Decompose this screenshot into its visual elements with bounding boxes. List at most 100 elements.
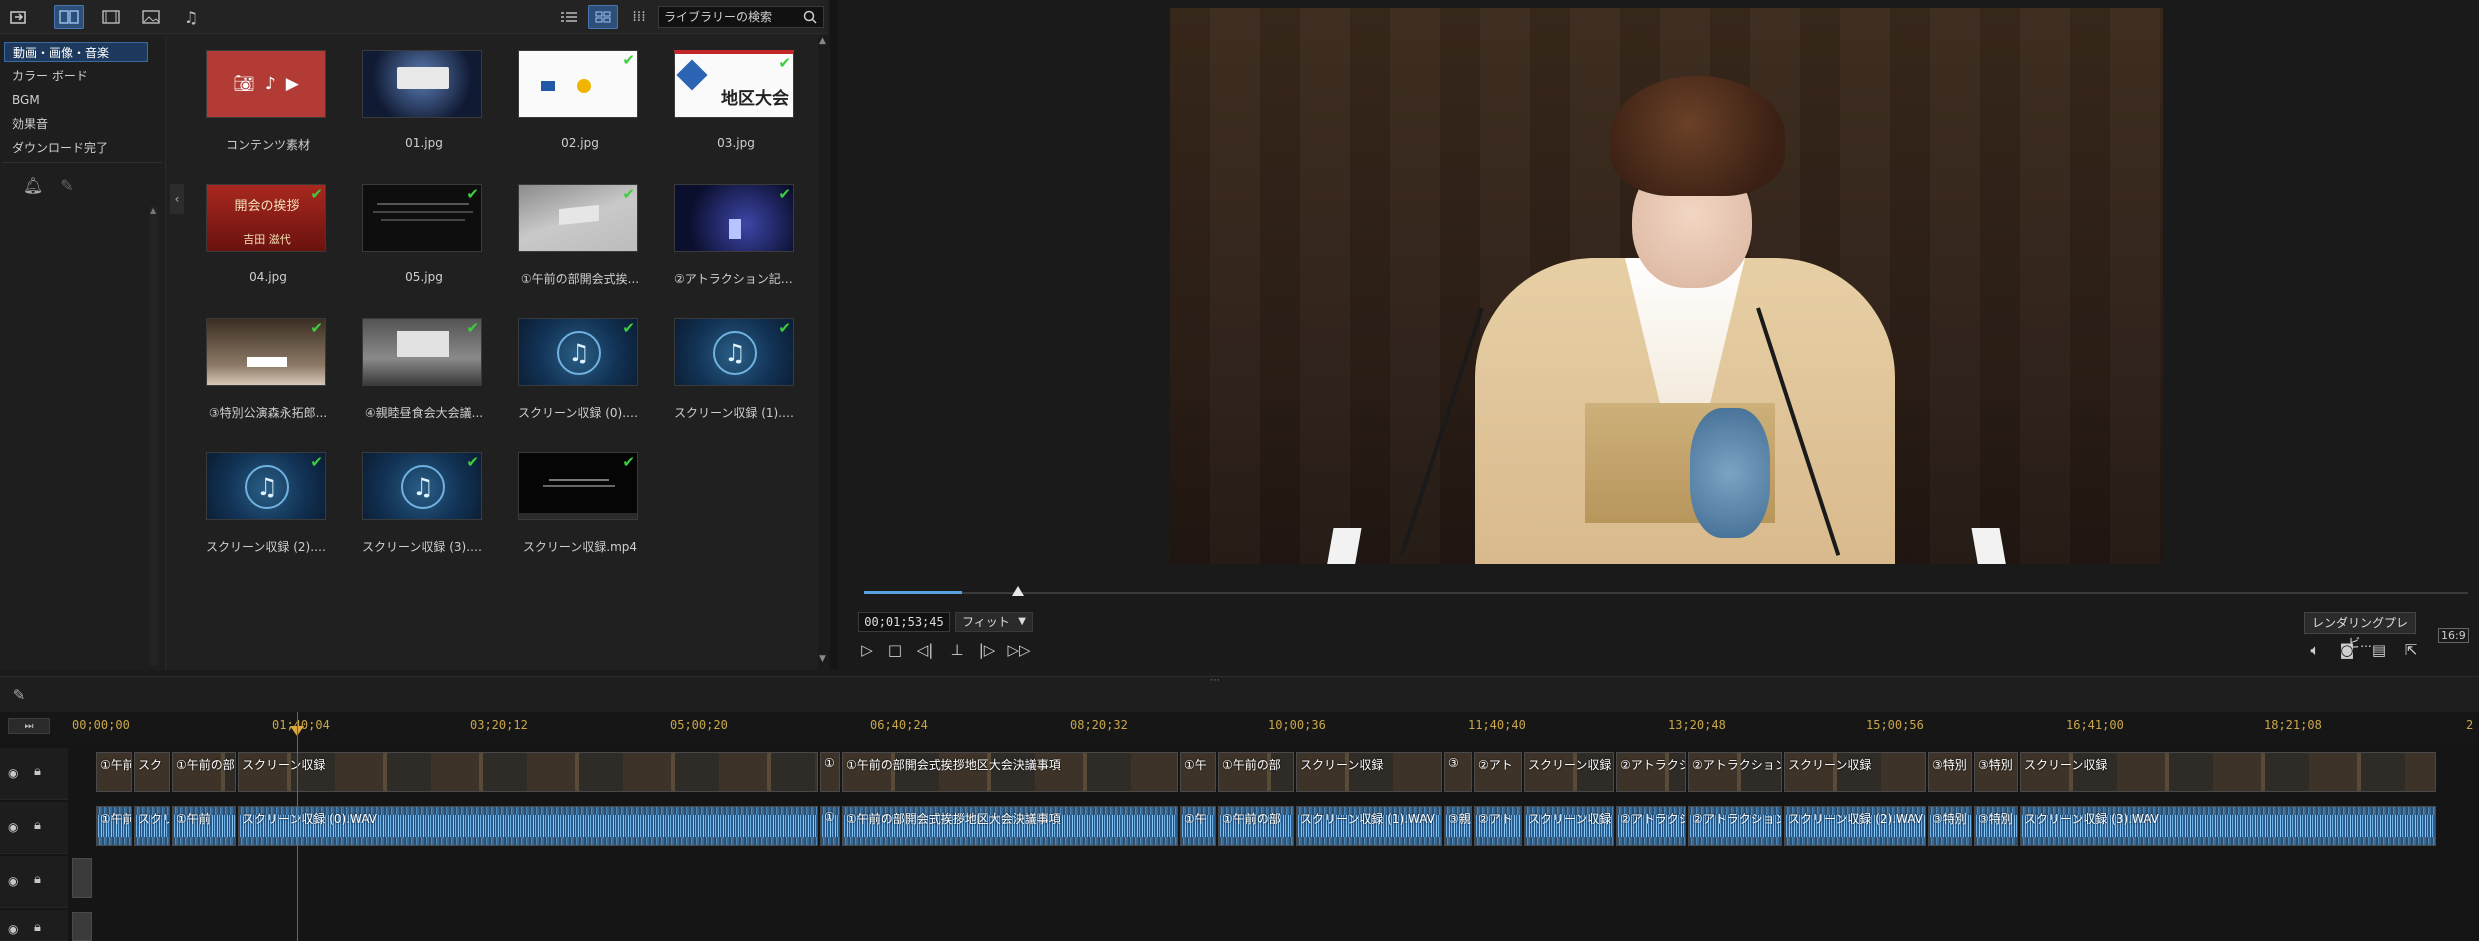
category-item-color-board[interactable]: カラー ボード [4, 66, 148, 86]
video-clip[interactable]: ③特別 [1928, 752, 1972, 792]
audio-clip[interactable]: スクリーン収録 (3).WAV [2020, 806, 2436, 846]
video-clip[interactable]: スク [134, 752, 170, 792]
audio-clip[interactable]: スクリ [134, 806, 170, 846]
music-filter-icon[interactable]: ♫ [176, 5, 206, 29]
media-tile[interactable]: ✔ ③特別公演森永拓郎... [206, 318, 330, 421]
audio-clip[interactable]: ①午前 [96, 806, 132, 846]
media-tile[interactable]: ♫ ✔ スクリーン収録 (0).WAV [518, 318, 642, 421]
lock-icon[interactable]: 🔒︎ [34, 872, 41, 887]
media-tile[interactable]: ✔ 02.jpg [518, 50, 642, 150]
video-clip[interactable]: ②アトラクショ [1616, 752, 1686, 792]
category-item-sound-effects[interactable]: 効果音 [4, 114, 148, 134]
add-tag-icon[interactable]: 🔔︎ [22, 174, 44, 196]
eye-icon[interactable]: ◉ [8, 922, 18, 936]
volume-icon[interactable]: 🔈︎ [2304, 640, 2326, 660]
play-icon[interactable]: ▷ [856, 640, 878, 660]
video-clip[interactable]: ①午前の部 [1218, 752, 1294, 792]
video-clip[interactable]: ① [820, 752, 840, 792]
next-frame-icon[interactable]: |▷ [976, 640, 998, 660]
audio-clip[interactable]: ①午前 [172, 806, 236, 846]
video-clip[interactable]: スクリーン収録 [1296, 752, 1442, 792]
audio-clip[interactable]: ②アトラクショ [1616, 806, 1686, 846]
video-clip[interactable]: スクリーン収録 [238, 752, 818, 792]
category-item-media[interactable]: 動画・画像・音楽 [4, 42, 148, 62]
category-scrollbar[interactable] [150, 206, 158, 666]
lock-icon[interactable]: 🔒︎ [34, 818, 41, 833]
eye-icon[interactable]: ◉ [8, 820, 18, 834]
video-clip[interactable]: ①午前 [96, 752, 132, 792]
audio-clip[interactable]: ②アトラクション記 [1688, 806, 1782, 846]
media-tile[interactable]: ♫ ✔ スクリーン収録 (1).WAV [674, 318, 798, 421]
eye-icon[interactable]: ◉ [8, 766, 18, 780]
media-tile[interactable]: ♫ ✔ スクリーン収録 (3).WAV [362, 452, 486, 555]
audio-clip[interactable]: ②アト [1474, 806, 1522, 846]
audio-clip[interactable]: ① [820, 806, 840, 846]
resize-grip-icon[interactable]: ⋯ [1210, 675, 1220, 686]
media-tile[interactable]: ✔ ②アトラクション記念行... [674, 184, 798, 287]
audio-clip[interactable]: スクリーン収録 [1524, 806, 1614, 846]
zoom-fit-select[interactable]: フィット ▼ [955, 612, 1033, 632]
collapse-sidebar-icon[interactable]: ‹ [170, 184, 184, 214]
category-item-downloads[interactable]: ダウンロード完了 [4, 138, 148, 158]
video-clip[interactable]: スクリーン収録 [2020, 752, 2436, 792]
video-filter-icon[interactable] [96, 5, 126, 29]
image-filter-icon[interactable] [136, 5, 166, 29]
panel-splitter[interactable] [830, 0, 838, 670]
video-clip[interactable]: ①午前の部開会式挨拶地区大会決議事項 [842, 752, 1178, 792]
media-tile[interactable]: 01.jpg [362, 50, 486, 150]
edit-pen-icon[interactable]: ✎ [8, 685, 30, 705]
video-clip[interactable]: ①午前の部 [172, 752, 236, 792]
media-tile[interactable]: 地区大会 ✔ 03.jpg [674, 50, 798, 150]
fit-timeline-icon[interactable]: ⏭ [8, 718, 50, 734]
grid-view-icon[interactable] [588, 5, 618, 29]
media-tile[interactable]: ✔ スクリーン収録.mp4 [518, 452, 642, 555]
lock-icon[interactable]: 🔒︎ [34, 764, 41, 779]
video-clip[interactable]: ③ [1444, 752, 1472, 792]
timeline-clip[interactable] [72, 912, 92, 941]
video-clip[interactable]: ③特別 [1974, 752, 2018, 792]
media-tile[interactable]: ✔ ①午前の部開会式挨... [518, 184, 642, 287]
audio-clip[interactable]: スクリーン収録 (2).WAV [1784, 806, 1926, 846]
video-clip[interactable]: ②アトラクション記 [1688, 752, 1782, 792]
fast-forward-icon[interactable]: ▷▷ [1007, 640, 1030, 660]
library-scrollbar[interactable]: ▲ ▼ [818, 36, 828, 670]
media-tile[interactable]: ♫ ✔ スクリーン収録 (2).WAV [206, 452, 330, 555]
timecode-display[interactable]: 00;01;53;45 [858, 612, 950, 632]
audio-clip[interactable]: ③特別 [1928, 806, 1972, 846]
audio-clip[interactable]: ③親 [1444, 806, 1472, 846]
category-scroll-up-icon[interactable]: ▲ [150, 206, 158, 215]
category-item-bgm[interactable]: BGM [4, 90, 148, 110]
scrubber-handle[interactable] [1012, 586, 1024, 596]
scroll-down-icon[interactable]: ▼ [819, 654, 826, 664]
previous-frame-icon[interactable]: ◁| [914, 640, 936, 660]
audio-clip[interactable]: ③特別 [1974, 806, 2018, 846]
playhead-line[interactable] [297, 712, 298, 941]
audio-clip[interactable]: ①午前の部 [1218, 806, 1294, 846]
scroll-up-icon[interactable]: ▲ [819, 36, 826, 46]
split-icon[interactable]: ⊥ [946, 640, 968, 660]
undock-icon[interactable]: ⇱ [2400, 640, 2422, 660]
media-tile[interactable]: 開会の挨拶 吉田 滋代 ✔ 04.jpg [206, 184, 330, 284]
media-tile[interactable]: ✔ ④親睦昼食会大会議... [362, 318, 486, 421]
media-tile[interactable]: ✔ 05.jpg [362, 184, 486, 284]
media-filter-all-icon[interactable] [54, 5, 84, 29]
audio-clip[interactable]: ①午 [1180, 806, 1216, 846]
small-grid-icon[interactable]: ⁞⁞⁞ [624, 5, 654, 29]
subtitle-icon[interactable]: ▤ [2368, 640, 2390, 660]
media-tile[interactable]: 📷︎ ♪ ▶ コンテンツ素材 [206, 50, 330, 153]
video-clip[interactable]: ①午 [1180, 752, 1216, 792]
audio-clip[interactable]: スクリーン収録 (0).WAV [238, 806, 818, 846]
lock-icon[interactable]: 🔒︎ [34, 920, 41, 935]
eye-icon[interactable]: ◉ [8, 874, 18, 888]
video-clip[interactable]: スクリーン収録 [1524, 752, 1614, 792]
timeline-ruler[interactable]: ⏭ 00;00;00 01;40;04 03;20;12 05;00;20 06… [0, 712, 2479, 740]
list-view-icon[interactable] [554, 5, 584, 29]
timeline-clip[interactable] [72, 858, 92, 898]
video-clip[interactable]: ②アト [1474, 752, 1522, 792]
snapshot-icon[interactable]: ◙ [2336, 640, 2358, 660]
audio-clip[interactable]: スクリーン収録 (1).WAV [1296, 806, 1442, 846]
preview-scrubber[interactable] [864, 592, 2468, 594]
import-media-icon[interactable] [4, 5, 34, 29]
render-preview-button[interactable]: レンダリングプレビ... [2304, 612, 2416, 650]
remove-tag-icon[interactable]: ✎ [56, 174, 78, 196]
